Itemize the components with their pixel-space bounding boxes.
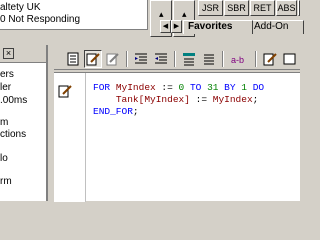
structured-text-editor[interactable]: FOR MyIndex := 0 TO 31 BY 1 DO Tank[MyIn… [54,72,300,202]
tab-add-on[interactable]: Add-On [250,20,304,34]
tree-item[interactable]: lo [0,153,8,165]
code-token: 31 [207,82,219,93]
code-line[interactable]: FOR MyIndex := 0 TO 31 BY 1 DO [93,82,264,94]
edit-properties-icon[interactable] [261,50,279,68]
format-icon[interactable] [281,50,299,68]
tree-item[interactable]: .00ms [0,95,27,107]
organizer-header: × [0,45,46,63]
ladder-sbr-button[interactable]: SBR [224,0,249,16]
status-line-state: 0 Not Responding [0,14,81,25]
uncomment-icon[interactable] [200,50,218,68]
code-token: FOR [93,82,116,93]
verify-icon[interactable] [104,50,122,68]
code-token: BY [224,82,236,93]
chevron-icon: ▴ [159,9,164,19]
tree-item[interactable]: ers [0,69,14,81]
code-line[interactable]: Tank[MyIndex] := MyIndex; [93,94,264,106]
toolbar-separator [126,51,128,67]
properties-icon[interactable] [64,50,82,68]
code-token: END_FOR [93,106,133,117]
close-icon[interactable]: × [3,48,14,59]
outdent-icon[interactable] [152,50,170,68]
rename-ab-icon[interactable]: a-b [229,50,251,68]
code-token: Tank[MyIndex] [115,94,190,105]
ladder-abs-button[interactable]: ABS [276,0,297,16]
ladder-ret-button[interactable]: RET [250,0,275,16]
edit-mode-icon[interactable] [84,50,102,68]
code-area[interactable]: FOR MyIndex := 0 TO 31 BY 1 DO Tank[MyIn… [93,82,264,118]
controller-organizer-panel: × ers ler .00ms m ctions lo rm [0,45,48,201]
tree-item[interactable]: ler [0,82,11,94]
code-token: ; [132,106,139,117]
tab-favorites[interactable]: Favorites [183,20,253,34]
svg-text:a-b: a-b [231,55,244,65]
code-token: MyIndex [115,82,156,93]
tree-item[interactable]: m [0,117,8,129]
st-editor-toolbar: a-b [54,48,300,70]
code-token: DO [252,82,265,93]
code-token: ; [252,94,259,105]
code-token: MyIndex [212,94,253,105]
tree-item[interactable]: rm [0,176,12,188]
tab-scroll-left-icon[interactable]: ◀ [160,20,171,33]
status-line-path: altety UK [0,2,41,13]
toolbar-separator [222,51,224,67]
toolbar-separator [174,51,176,67]
ladder-next-button[interactable]: FE [298,0,300,16]
tab-scroll-right-icon[interactable]: ▶ [171,20,182,33]
code-token: TO [189,82,202,93]
code-token: := [155,82,179,93]
chevron-icon: ▴ [182,9,187,19]
controller-status-panel: altety UK 0 Not Responding [0,0,148,30]
edit-marker-icon [58,84,72,98]
comment-icon[interactable] [180,50,198,68]
indent-icon[interactable] [132,50,150,68]
editor-gutter [54,73,86,202]
code-token: := [189,94,213,105]
code-line[interactable]: END_FOR; [93,106,264,118]
ladder-jsr-button[interactable]: JSR [198,0,223,16]
toolbar-separator [255,51,257,67]
tree-item[interactable]: ctions [0,129,26,141]
